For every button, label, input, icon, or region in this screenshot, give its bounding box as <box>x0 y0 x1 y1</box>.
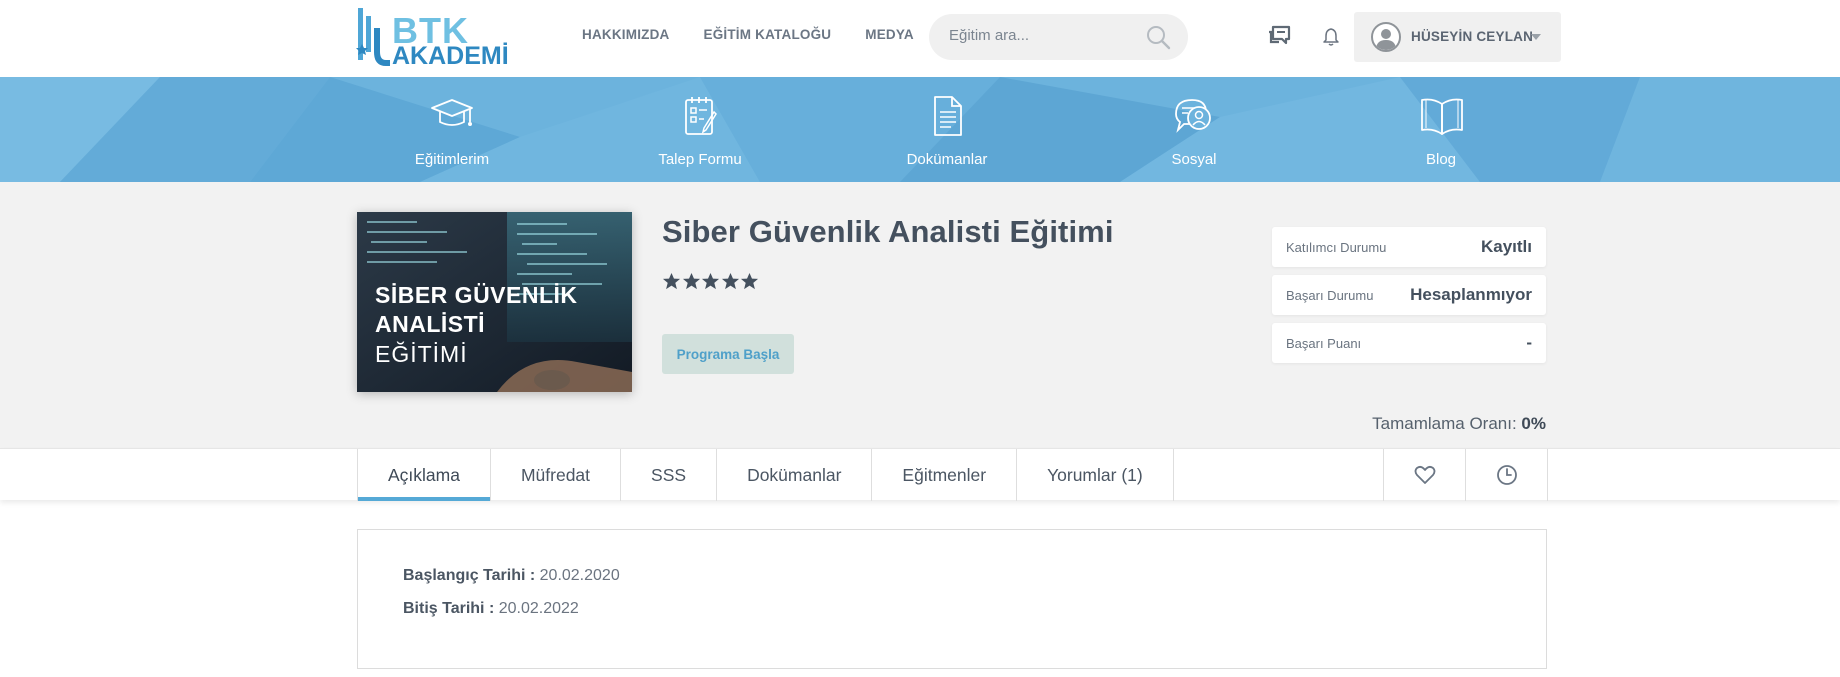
nav-link-hakkimizda[interactable]: HAKKIMIZDA <box>582 27 670 42</box>
status-value: Hesaplanmıyor <box>1410 285 1532 304</box>
tab-dokumanlar[interactable]: Dokümanlar <box>717 449 873 501</box>
status-label: Başarı Durumu <box>1286 288 1374 303</box>
main-nav: HAKKIMIZDA EĞİTİM KATALOĞU MEDYA <box>582 27 948 42</box>
completion-value: 0% <box>1521 414 1546 433</box>
star-icon <box>721 272 739 290</box>
status-label: Katılımcı Durumu <box>1286 240 1387 255</box>
quicklink-dokumanlar[interactable]: Dokümanlar <box>877 77 1017 182</box>
star-icon <box>701 272 720 290</box>
document-icon <box>934 96 962 136</box>
end-date-value: 20.02.2022 <box>498 600 579 617</box>
quicklink-label: Talep Formu <box>658 151 742 168</box>
notification-bell-icon[interactable] <box>1322 27 1340 47</box>
quicklink-egitimlerim[interactable]: Eğitimlerim <box>382 77 522 182</box>
end-date-label: Bitiş Tarihi : <box>403 600 495 617</box>
search-box <box>929 14 1188 60</box>
thumbnail-title-line2: ANALİSTİ <box>375 311 486 337</box>
star-icon <box>682 272 700 290</box>
logo-text-akademi: AKADEMİ <box>392 42 509 70</box>
search-icon[interactable] <box>1145 24 1171 50</box>
form-icon <box>685 97 717 135</box>
status-value: - <box>1526 333 1532 352</box>
favorite-button[interactable] <box>1384 449 1466 501</box>
quicklink-label: Eğitimlerim <box>414 151 490 168</box>
quicklinks-banner: Eğitimlerim Talep Formu Dokümanlar Sosya… <box>0 77 1840 182</box>
logo-mark-icon <box>356 8 390 66</box>
thumbnail-title-line3: EĞİTİMİ <box>375 341 468 367</box>
start-date-value: 20.02.2020 <box>539 567 620 584</box>
end-date-row: Bitiş Tarihi : 20.02.2022 <box>403 600 579 618</box>
quicklink-talep-formu[interactable]: Talep Formu <box>630 77 770 182</box>
user-name: HÜSEYİN CEYLAN <box>1411 29 1534 44</box>
chevron-down-icon <box>1531 34 1541 40</box>
status-label: Başarı Puanı <box>1286 336 1362 351</box>
history-button[interactable] <box>1466 449 1548 501</box>
star-icon <box>662 272 681 290</box>
user-menu[interactable]: HÜSEYİN CEYLAN <box>1354 12 1561 62</box>
social-chat-icon <box>1175 99 1211 133</box>
completion-rate: Tamamlama Oranı: 0% <box>1200 414 1546 434</box>
tab-yorumlar[interactable]: Yorumlar (1) <box>1017 449 1174 501</box>
start-date-label: Başlangıç Tarihi : <box>403 567 536 584</box>
thumbnail-title-line1: SİBER GÜVENLİK <box>375 282 578 308</box>
course-tabs: Açıklama Müfredat SSS Dokümanlar Eğitmen… <box>357 449 1174 501</box>
heart-icon <box>1414 465 1436 484</box>
open-book-icon <box>1421 98 1463 135</box>
graduation-cap-icon <box>431 99 473 126</box>
star-icon <box>740 272 759 290</box>
status-card-score: Başarı Puanı - <box>1272 323 1546 363</box>
search-input[interactable] <box>949 27 1139 44</box>
tab-actions <box>1383 449 1548 501</box>
description-panel: Başlangıç Tarihi : 20.02.2020 Bitiş Tari… <box>357 529 1547 669</box>
tab-egitmenler[interactable]: Eğitmenler <box>872 449 1018 501</box>
messages-icon[interactable] <box>1267 25 1291 47</box>
btk-akademi-logo[interactable]: BTK AKADEMİ <box>356 6 516 70</box>
user-avatar-icon <box>1371 22 1401 52</box>
clock-icon <box>1497 465 1517 485</box>
quicklink-sosyal[interactable]: Sosyal <box>1124 77 1264 182</box>
status-card-success: Başarı Durumu Hesaplanmıyor <box>1272 275 1546 315</box>
quicklink-label: Dokümanlar <box>906 151 988 168</box>
nav-link-medya[interactable]: MEDYA <box>865 27 914 42</box>
completion-label: Tamamlama Oranı: <box>1372 414 1517 433</box>
course-thumbnail: SİBER GÜVENLİK ANALİSTİ EĞİTİMİ <box>357 212 632 392</box>
star-rating <box>662 272 760 291</box>
start-date-row: Başlangıç Tarihi : 20.02.2020 <box>403 567 620 585</box>
quicklink-label: Sosyal <box>1171 151 1217 168</box>
tab-sss[interactable]: SSS <box>621 449 718 501</box>
nav-link-egitim-katalogu[interactable]: EĞİTİM KATALOĞU <box>704 27 832 42</box>
status-card-participant: Katılımcı Durumu Kayıtlı <box>1272 227 1546 267</box>
course-tabbar: Açıklama Müfredat SSS Dokümanlar Eğitmen… <box>0 448 1840 501</box>
tab-mufredat[interactable]: Müfredat <box>491 449 622 501</box>
status-value: Kayıtlı <box>1480 237 1532 256</box>
quicklink-label: Blog <box>1425 151 1457 168</box>
tab-aciklama[interactable]: Açıklama <box>358 449 491 501</box>
course-title: Siber Güvenlik Analisti Eğitimi <box>662 214 1114 249</box>
quicklink-blog[interactable]: Blog <box>1371 77 1511 182</box>
top-header: BTK AKADEMİ HAKKIMIZDA EĞİTİM KATALOĞU M… <box>0 0 1840 77</box>
start-program-button[interactable]: Programa Başla <box>662 334 794 374</box>
